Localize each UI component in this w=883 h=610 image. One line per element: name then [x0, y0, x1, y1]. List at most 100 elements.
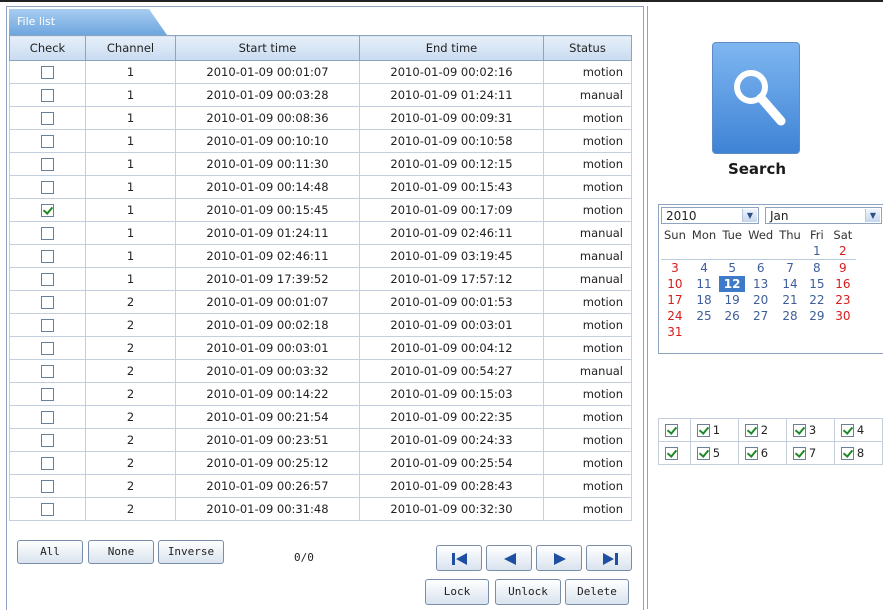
calendar-day[interactable]: 11 — [689, 276, 719, 292]
calendar-day[interactable]: 18 — [689, 292, 719, 308]
column-header-end-time: End time — [359, 35, 544, 61]
previous-page-button[interactable] — [486, 545, 532, 571]
row-checkbox[interactable] — [41, 503, 54, 516]
row-checkbox[interactable] — [41, 342, 54, 355]
month-select[interactable]: Jan ▼ — [765, 207, 882, 224]
last-page-button[interactable] — [586, 545, 632, 571]
calendar-day[interactable]: 12 — [719, 276, 746, 292]
row-checkbox[interactable] — [41, 89, 54, 102]
table-row: 2 2010-01-09 00:02:18 2010-01-09 00:03:01 m… — [9, 313, 632, 337]
row-checkbox[interactable] — [41, 434, 54, 447]
calendar-day[interactable]: 26 — [719, 308, 745, 324]
next-page-button[interactable] — [536, 545, 582, 571]
lock-button[interactable]: Lock — [425, 579, 489, 605]
row-checkbox[interactable] — [41, 135, 54, 148]
calendar-day[interactable]: 24 — [661, 308, 689, 324]
row-status: manual — [543, 244, 632, 268]
calendar-day[interactable]: 30 — [830, 308, 856, 324]
row-check-cell — [9, 405, 86, 429]
row-checkbox[interactable] — [41, 66, 54, 79]
row-start-time: 2010-01-09 00:02:18 — [175, 313, 360, 337]
row-start-time: 2010-01-09 00:21:54 — [175, 405, 360, 429]
delete-button[interactable]: Delete — [565, 579, 629, 605]
row-end-time: 2010-01-09 00:04:12 — [359, 336, 544, 360]
row-checkbox[interactable] — [41, 365, 54, 378]
row-checkbox[interactable] — [41, 158, 54, 171]
calendar-day[interactable]: 29 — [804, 308, 830, 324]
row-status: motion — [543, 336, 632, 360]
table-row: 1 2010-01-09 00:08:36 2010-01-09 00:09:31 m… — [9, 106, 632, 130]
row-channel: 1 — [85, 152, 176, 176]
calendar-day[interactable]: 20 — [745, 292, 776, 308]
first-page-button[interactable] — [436, 545, 482, 571]
channel-checkbox[interactable] — [792, 446, 806, 460]
row-checkbox[interactable] — [41, 227, 54, 240]
calendar-day[interactable]: 1 — [803, 243, 830, 260]
row-channel: 1 — [85, 60, 176, 84]
channel-checkbox[interactable] — [696, 423, 710, 437]
row-select-all-checkbox[interactable] — [665, 424, 678, 437]
select-none-button[interactable]: None — [88, 540, 154, 564]
row-checkbox[interactable] — [41, 480, 54, 493]
calendar-day[interactable]: 27 — [745, 308, 776, 324]
calendar-day[interactable]: 7 — [776, 260, 804, 277]
row-start-time: 2010-01-09 00:10:10 — [175, 129, 360, 153]
row-checkbox[interactable] — [41, 250, 54, 263]
calendar-day[interactable]: 4 — [689, 260, 719, 277]
row-checkbox[interactable] — [41, 457, 54, 470]
inverse-selection-button[interactable]: Inverse — [158, 540, 224, 564]
calendar-day[interactable]: 10 — [661, 276, 689, 292]
channel-row: 5 6 7 8 — [658, 441, 883, 465]
calendar-day[interactable]: 23 — [830, 292, 856, 308]
calendar-day[interactable]: 13 — [745, 276, 776, 292]
channel-checkbox[interactable] — [792, 423, 806, 437]
select-all-button[interactable]: All — [17, 540, 83, 564]
row-checkbox[interactable] — [41, 319, 54, 332]
calendar-day[interactable]: 8 — [804, 260, 830, 277]
row-check-cell — [9, 129, 86, 153]
calendar-day[interactable]: 25 — [689, 308, 719, 324]
calendar-day[interactable]: 14 — [776, 276, 804, 292]
calendar-day[interactable]: 3 — [661, 260, 689, 277]
row-checkbox[interactable] — [41, 181, 54, 194]
calendar-day[interactable]: 21 — [776, 292, 804, 308]
row-check-cell — [9, 244, 86, 268]
channel-checkbox[interactable] — [840, 423, 854, 437]
calendar-day[interactable]: 17 — [661, 292, 689, 308]
search-button[interactable] — [712, 42, 800, 154]
row-checkbox[interactable] — [41, 411, 54, 424]
window-top-border — [0, 0, 883, 2]
calendar-day[interactable]: 19 — [719, 292, 745, 308]
channel-checkbox[interactable] — [744, 446, 758, 460]
row-checkbox[interactable] — [41, 388, 54, 401]
calendar-day[interactable]: 5 — [719, 260, 745, 277]
calendar-day[interactable]: 16 — [830, 276, 856, 292]
channel-row-toggle — [658, 418, 691, 442]
row-checkbox[interactable] — [41, 112, 54, 125]
row-check-cell — [9, 175, 86, 199]
calendar-day[interactable]: 15 — [804, 276, 830, 292]
calendar-day[interactable]: 2 — [829, 243, 856, 260]
search-label: Search — [727, 160, 787, 178]
row-checkbox[interactable] — [41, 296, 54, 309]
file-list-tab[interactable]: File list — [9, 9, 167, 35]
calendar-day[interactable]: 6 — [745, 260, 776, 277]
year-select[interactable]: 2010 ▼ — [661, 207, 759, 224]
channel-checkbox[interactable] — [744, 423, 758, 437]
row-status: motion — [543, 497, 632, 521]
table-row: 2 2010-01-09 00:01:07 2010-01-09 00:01:53 m… — [9, 290, 632, 314]
channel-checkbox[interactable] — [840, 446, 854, 460]
calendar-day[interactable]: 31 — [661, 324, 689, 340]
row-select-all-checkbox[interactable] — [665, 447, 678, 460]
calendar-day[interactable]: 9 — [830, 260, 856, 277]
calendar-day[interactable]: 28 — [776, 308, 804, 324]
calendar-day[interactable]: 22 — [804, 292, 830, 308]
row-checkbox[interactable] — [41, 204, 54, 217]
row-checkbox[interactable] — [41, 273, 54, 286]
channel-checkbox[interactable] — [696, 446, 710, 460]
unlock-button[interactable]: Unlock — [495, 579, 561, 605]
row-channel: 1 — [85, 106, 176, 130]
row-end-time: 2010-01-09 00:54:27 — [359, 359, 544, 383]
row-start-time: 2010-01-09 00:14:22 — [175, 382, 360, 406]
table-row: 1 2010-01-09 02:46:11 2010-01-09 03:19:45 m… — [9, 244, 632, 268]
